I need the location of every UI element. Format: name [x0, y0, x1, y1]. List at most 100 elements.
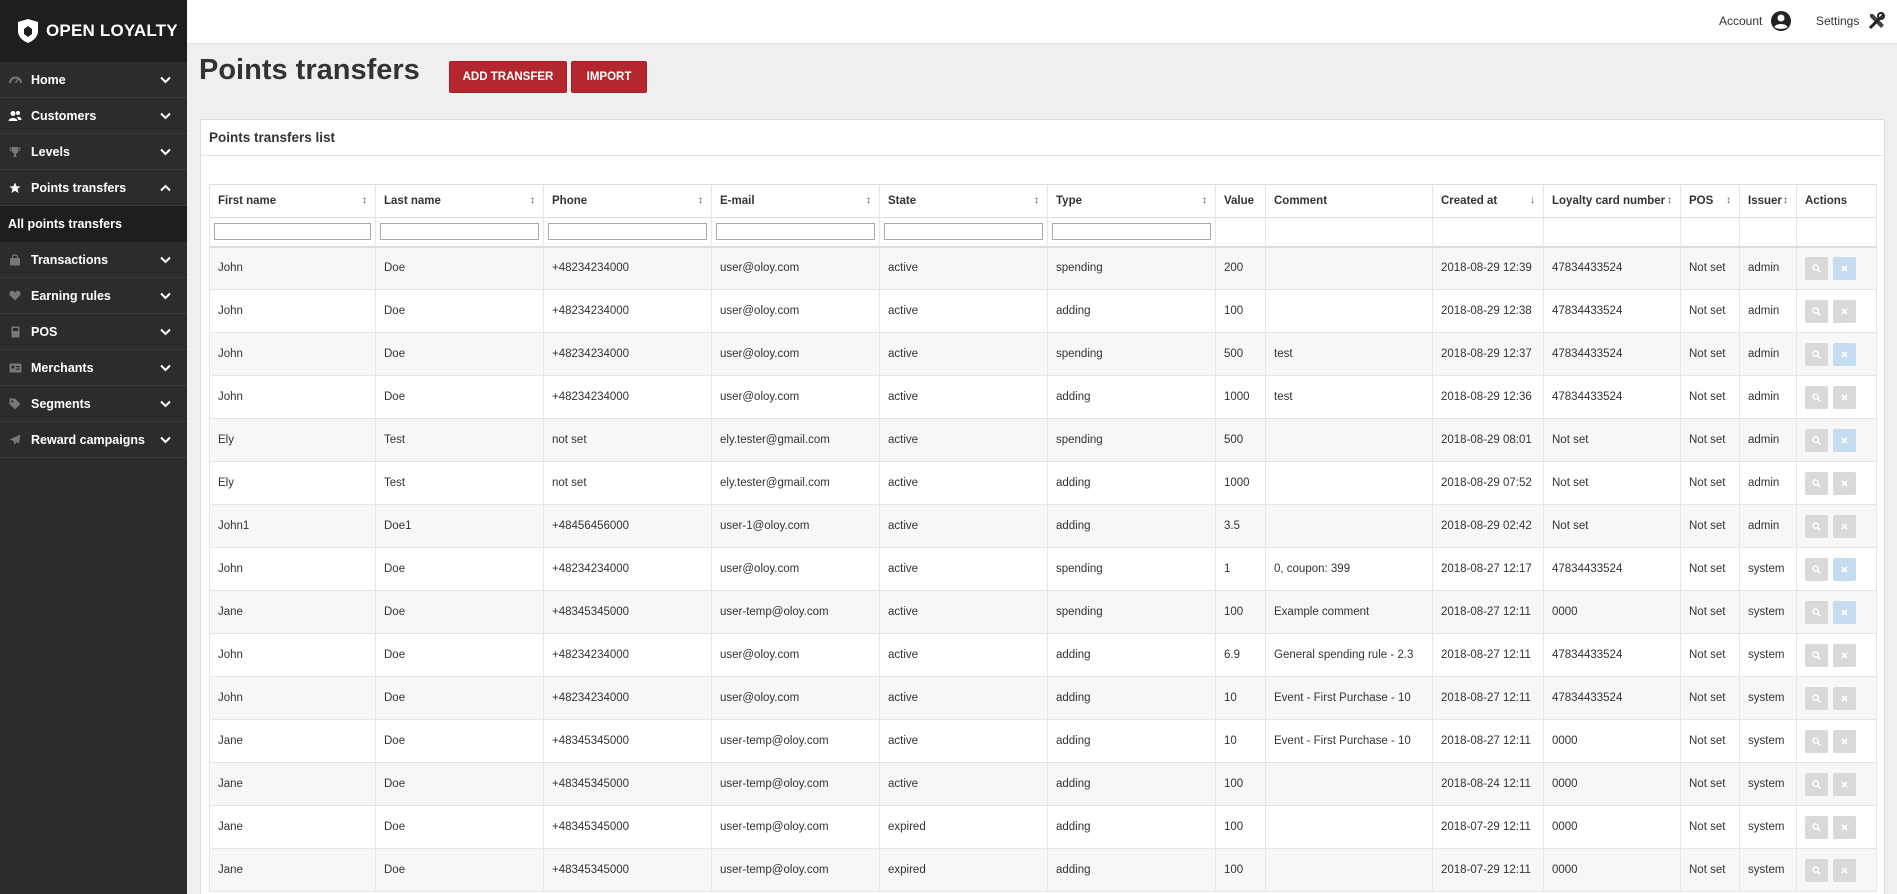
sort-icon[interactable]: ↕ — [1034, 195, 1039, 206]
sort-icon[interactable]: ↕ — [698, 195, 703, 206]
column-header-type[interactable]: Type ↕ — [1047, 184, 1216, 218]
view-button[interactable] — [1805, 729, 1828, 753]
filter-input-type[interactable] — [1052, 223, 1211, 241]
cancel-transfer-button[interactable] — [1833, 471, 1856, 495]
sidebar-item-home[interactable]: Home — [0, 62, 187, 98]
view-button[interactable] — [1805, 385, 1828, 409]
column-header-pos[interactable]: POS ↕ — [1680, 184, 1740, 218]
cell-state: active — [879, 461, 1048, 505]
cell-actions — [1796, 633, 1877, 677]
cancel-transfer-button[interactable] — [1833, 858, 1856, 882]
cancel-transfer-button[interactable] — [1833, 686, 1856, 710]
chevron-down-icon[interactable] — [159, 110, 171, 122]
table-row: John Doe +48234234000 user@oloy.com active sp… — [209, 547, 1877, 591]
sidebar-item-pos[interactable]: POS — [0, 314, 187, 350]
table-row: Jane Doe +48345345000 user-temp@oloy.com act… — [209, 590, 1877, 634]
view-button[interactable] — [1805, 299, 1828, 323]
view-button[interactable] — [1805, 557, 1828, 581]
sidebar-item-customers[interactable]: Customers — [0, 98, 187, 134]
view-button[interactable] — [1805, 514, 1828, 538]
column-header-loyalty-card-number[interactable]: Loyalty card number ↕ — [1543, 184, 1681, 218]
sidebar-item-segments[interactable]: Segments — [0, 386, 187, 422]
sort-desc-icon[interactable]: ↓ — [1530, 195, 1535, 206]
chevron-up-icon[interactable] — [159, 182, 171, 194]
column-header-last-name[interactable]: Last name ↕ — [375, 184, 544, 218]
sort-icon[interactable]: ↕ — [1667, 195, 1672, 206]
view-button[interactable] — [1805, 600, 1828, 624]
brand-logo[interactable]: OPEN LOYALTY — [0, 0, 187, 62]
sort-icon[interactable]: ↕ — [1783, 195, 1788, 206]
chevron-down-icon[interactable] — [159, 398, 171, 410]
view-button[interactable] — [1805, 772, 1828, 796]
cell-value: 500 — [1215, 418, 1266, 462]
close-icon — [1841, 522, 1848, 530]
sidebar-item-points-transfers[interactable]: Points transfers — [0, 170, 187, 206]
add-transfer-button[interactable]: ADD TRANSFER — [449, 61, 567, 93]
cancel-transfer-button[interactable] — [1833, 600, 1856, 624]
sort-icon[interactable]: ↕ — [362, 195, 367, 206]
sort-icon[interactable]: ↕ — [530, 195, 535, 206]
sidebar-item-earning-rules[interactable]: Earning rules — [0, 278, 187, 314]
cancel-transfer-button[interactable] — [1833, 256, 1856, 280]
settings-link[interactable]: Settings — [1816, 0, 1887, 42]
cell-first-name: John — [209, 332, 376, 376]
column-header-state[interactable]: State ↕ — [879, 184, 1048, 218]
chevron-down-icon[interactable] — [159, 434, 171, 446]
cancel-transfer-button[interactable] — [1833, 729, 1856, 753]
cell-last-name: Doe — [375, 547, 544, 591]
sort-icon[interactable]: ↕ — [866, 195, 871, 206]
cancel-transfer-button[interactable] — [1833, 299, 1856, 323]
cancel-transfer-button[interactable] — [1833, 557, 1856, 581]
sort-icon[interactable]: ↕ — [1726, 195, 1731, 206]
chevron-down-icon[interactable] — [159, 254, 171, 266]
column-header-created-at[interactable]: Created at ↓ — [1432, 184, 1544, 218]
import-button[interactable]: IMPORT — [571, 61, 647, 93]
sidebar-item-transactions[interactable]: Transactions — [0, 242, 187, 278]
filter-input-e-mail[interactable] — [716, 223, 875, 241]
cell-actions — [1796, 762, 1877, 806]
filter-input-phone[interactable] — [548, 223, 707, 241]
view-button[interactable] — [1805, 686, 1828, 710]
sidebar-item-label: Transactions — [31, 252, 109, 267]
cell-state: expired — [879, 805, 1048, 849]
cancel-transfer-button[interactable] — [1833, 385, 1856, 409]
view-button[interactable] — [1805, 428, 1828, 452]
column-label: First name — [218, 195, 277, 207]
filter-input-first-name[interactable] — [214, 223, 371, 241]
chevron-down-icon[interactable] — [159, 362, 171, 374]
view-button[interactable] — [1805, 858, 1828, 882]
chevron-down-icon[interactable] — [159, 74, 171, 86]
cancel-transfer-button[interactable] — [1833, 772, 1856, 796]
column-header-first-name[interactable]: First name ↕ — [209, 184, 376, 218]
cell-e-mail: user@oloy.com — [711, 676, 880, 720]
view-button[interactable] — [1805, 815, 1828, 839]
view-button[interactable] — [1805, 471, 1828, 495]
sidebar-subitem-all-points-transfers[interactable]: All points transfers — [0, 206, 187, 242]
sidebar-item-levels[interactable]: Levels — [0, 134, 187, 170]
cancel-transfer-button[interactable] — [1833, 428, 1856, 452]
cell-first-name: John — [209, 633, 376, 677]
filter-input-state[interactable] — [884, 223, 1043, 241]
view-button[interactable] — [1805, 643, 1828, 667]
merchant-icon — [8, 361, 22, 375]
cell-comment: Example comment — [1265, 590, 1433, 634]
account-link[interactable]: Account — [1719, 0, 1792, 42]
cell-issuer: system — [1739, 633, 1797, 677]
cancel-transfer-button[interactable] — [1833, 815, 1856, 839]
column-header-issuer[interactable]: Issuer ↕ — [1739, 184, 1797, 218]
cell-loyalty-card-number: 47834433524 — [1543, 246, 1681, 290]
view-button[interactable] — [1805, 342, 1828, 366]
view-button[interactable] — [1805, 256, 1828, 280]
cancel-transfer-button[interactable] — [1833, 514, 1856, 538]
cancel-transfer-button[interactable] — [1833, 342, 1856, 366]
chevron-down-icon[interactable] — [159, 146, 171, 158]
chevron-down-icon[interactable] — [159, 326, 171, 338]
sidebar-item-reward-campaigns[interactable]: Reward campaigns — [0, 422, 187, 458]
column-header-phone[interactable]: Phone ↕ — [543, 184, 712, 218]
sidebar-item-merchants[interactable]: Merchants — [0, 350, 187, 386]
sort-icon[interactable]: ↕ — [1202, 195, 1207, 206]
cancel-transfer-button[interactable] — [1833, 643, 1856, 667]
filter-input-last-name[interactable] — [380, 223, 539, 241]
column-header-e-mail[interactable]: E-mail ↕ — [711, 184, 880, 218]
chevron-down-icon[interactable] — [159, 290, 171, 302]
